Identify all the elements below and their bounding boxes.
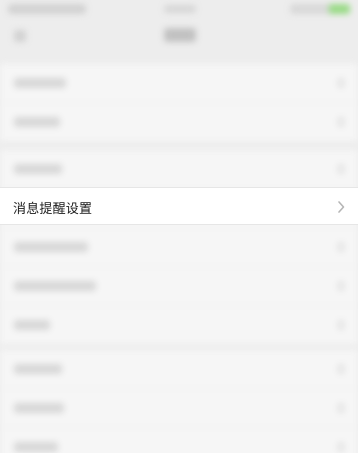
list-item bbox=[0, 267, 358, 306]
status-bar-left bbox=[8, 4, 86, 14]
list-item-label bbox=[14, 281, 96, 291]
chevron-right-icon bbox=[338, 281, 344, 291]
chevron-right-icon bbox=[338, 403, 344, 413]
list-item bbox=[0, 64, 358, 103]
list-item bbox=[0, 350, 358, 389]
list-item bbox=[0, 389, 358, 428]
list-item bbox=[0, 228, 358, 267]
chevron-right-icon bbox=[338, 320, 344, 330]
list-item-label bbox=[14, 117, 60, 127]
list-item-label bbox=[14, 164, 62, 174]
list-item bbox=[0, 103, 358, 142]
list-item-label bbox=[14, 364, 62, 374]
message-notification-settings-row[interactable]: 消息提醒设置 bbox=[0, 187, 358, 225]
chevron-right-icon bbox=[338, 364, 344, 374]
nav-title bbox=[164, 28, 196, 42]
settings-group-1 bbox=[0, 64, 358, 142]
chevron-right-icon bbox=[338, 164, 344, 174]
list-item-label bbox=[14, 320, 50, 330]
list-item-label bbox=[14, 242, 88, 252]
chevron-right-icon bbox=[338, 242, 344, 252]
settings-screen: 消息提醒设置 bbox=[0, 0, 358, 453]
settings-group-3 bbox=[0, 350, 358, 453]
status-bar bbox=[0, 0, 358, 20]
chevron-right-icon bbox=[338, 201, 345, 213]
list-item-label bbox=[14, 78, 66, 88]
list-item bbox=[0, 150, 358, 189]
settings-group-2 bbox=[0, 150, 358, 345]
status-bar-right bbox=[290, 4, 350, 14]
list-item-label bbox=[14, 442, 58, 452]
chevron-right-icon bbox=[338, 442, 344, 452]
blurred-background bbox=[0, 0, 358, 453]
list-item bbox=[0, 428, 358, 453]
chevron-right-icon bbox=[338, 117, 344, 127]
message-notification-settings-label: 消息提醒设置 bbox=[13, 202, 93, 217]
list-item bbox=[0, 306, 358, 345]
status-bar-center bbox=[164, 5, 196, 13]
chevron-right-icon bbox=[338, 78, 344, 88]
list-item-label bbox=[14, 403, 64, 413]
navigation-bar bbox=[0, 20, 358, 52]
back-icon bbox=[14, 30, 26, 42]
